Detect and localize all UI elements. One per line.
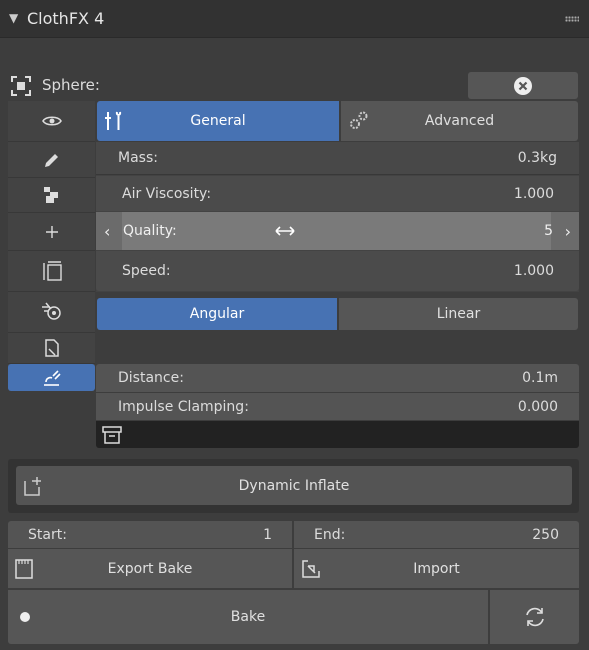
end-label: End:	[314, 526, 346, 543]
end-field[interactable]: End: 250	[294, 521, 579, 548]
speed-label: Speed:	[122, 263, 171, 279]
object-label: Sphere:	[42, 76, 100, 94]
remove-object-button[interactable]	[468, 72, 578, 99]
start-label: Start:	[28, 526, 67, 543]
impulse-clamping-value: 0.000	[517, 398, 558, 415]
shape-icon	[43, 187, 58, 203]
quality-slider-fill	[122, 212, 551, 250]
import-label: Import	[413, 560, 460, 577]
sidebar-collision[interactable]	[8, 364, 95, 391]
tab-general-label: General	[190, 113, 246, 129]
increment-chevron-icon[interactable]: ›	[565, 212, 571, 250]
tab-linear-label: Linear	[436, 306, 481, 322]
physics-icon	[41, 302, 61, 320]
distance-field[interactable]: Distance: 0.1m	[96, 364, 579, 392]
impulse-clamping-field[interactable]: Impulse Clamping: 0.000	[96, 393, 579, 420]
quality-label: Quality:	[123, 223, 177, 239]
document-icon	[44, 339, 59, 357]
panel-title: ClothFX 4	[27, 9, 105, 28]
end-value: 250	[532, 526, 559, 543]
quality-value: 5	[544, 223, 553, 239]
eye-icon	[41, 116, 62, 126]
impulse-clamping-label: Impulse Clamping:	[118, 398, 249, 415]
sidebar-add[interactable]	[8, 213, 95, 251]
start-value: 1	[263, 526, 272, 543]
close-circle-icon	[514, 76, 532, 95]
speed-field[interactable]: Speed: 1.000	[96, 251, 579, 291]
resize-cursor-icon	[274, 225, 296, 237]
drag-grip-icon[interactable]	[565, 16, 579, 22]
inflate-icon	[24, 477, 41, 496]
start-field[interactable]: Start: 1	[8, 521, 292, 548]
refresh-button[interactable]	[490, 590, 579, 644]
speed-value: 1.000	[513, 263, 554, 279]
tab-advanced[interactable]: Advanced	[341, 101, 578, 141]
sidebar-physics[interactable]	[8, 292, 95, 333]
air-viscosity-label: Air Viscosity:	[122, 185, 212, 202]
import-button[interactable]: Import	[294, 549, 579, 588]
tab-linear[interactable]: Linear	[339, 298, 578, 330]
sidebar-layers[interactable]	[8, 251, 95, 292]
bake-label: Bake	[230, 609, 266, 625]
quality-slider[interactable]: ‹ Quality: 5 ›	[96, 212, 579, 250]
archive-icon[interactable]	[102, 426, 122, 444]
export-bake-button[interactable]: Export Bake	[8, 549, 292, 588]
mass-field[interactable]: Mass: 0.3kg	[96, 142, 579, 175]
dynamic-inflate-button[interactable]: Dynamic Inflate	[16, 466, 572, 505]
layers-icon	[42, 261, 62, 281]
collision-icon	[43, 369, 61, 386]
gears-icon	[350, 111, 368, 129]
sidebar-shape[interactable]	[8, 178, 95, 213]
import-icon	[302, 560, 320, 578]
distance-value: 0.1m	[522, 370, 558, 386]
sidebar-document[interactable]	[8, 333, 95, 364]
export-icon	[15, 559, 33, 579]
tab-angular-label: Angular	[189, 306, 245, 322]
sidebar-visibility[interactable]	[8, 101, 95, 142]
air-viscosity-value: 1.000	[513, 185, 554, 202]
decrement-chevron-icon[interactable]: ‹	[104, 212, 110, 250]
mass-label: Mass:	[118, 150, 158, 166]
export-bake-label: Export Bake	[107, 560, 193, 577]
refresh-icon	[525, 607, 544, 627]
tab-advanced-label: Advanced	[424, 113, 495, 129]
dynamic-inflate-label: Dynamic Inflate	[238, 477, 350, 494]
bake-button[interactable]: Bake	[8, 590, 488, 644]
plus-icon	[45, 225, 58, 238]
sidebar-edit[interactable]	[8, 142, 95, 178]
pencil-icon	[44, 153, 58, 167]
collapse-triangle-icon[interactable]: ▼	[9, 11, 18, 25]
air-viscosity-field[interactable]: Air Viscosity: 1.000	[96, 176, 579, 211]
archive-row	[96, 421, 579, 448]
mass-value: 0.3kg	[517, 150, 557, 166]
distance-label: Distance:	[118, 370, 184, 386]
panel-header[interactable]: ▼ ClothFX 4	[0, 0, 589, 38]
tab-angular[interactable]: Angular	[97, 298, 337, 330]
object-select-icon[interactable]	[10, 75, 32, 97]
record-dot-icon	[20, 612, 30, 622]
tab-general[interactable]: General	[97, 101, 339, 141]
